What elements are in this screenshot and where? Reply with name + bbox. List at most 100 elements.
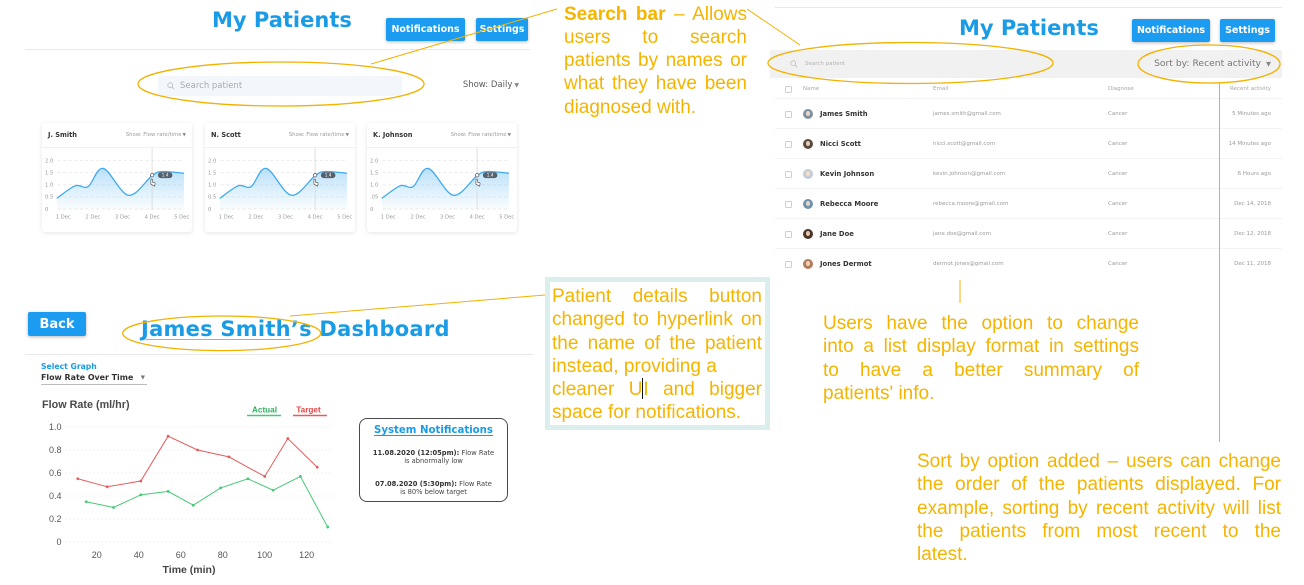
x-tick-label: 40 [134, 550, 144, 560]
row-checkbox[interactable] [785, 170, 792, 178]
notifications-button[interactable]: Notifications [1132, 19, 1210, 42]
annotation-heading: Search bar [564, 3, 666, 25]
patient-row[interactable]: James Smith james.smith@gmail.com Cancer… [775, 99, 1282, 129]
data-point-target [315, 465, 319, 469]
patient-card[interactable]: J. Smith Show: Flow rate/time▼ 2.0 1.5 1.0… [42, 123, 192, 232]
card-patient-name[interactable]: N. Scott [211, 131, 241, 139]
back-button[interactable]: Back [28, 312, 86, 336]
notification-item[interactable]: 11.08.2020 (12:05pm): Flow Rate is abnor… [360, 449, 507, 465]
x-axis-title: Time (min) [163, 564, 216, 576]
x-tick-label: 4 Dec [470, 215, 485, 221]
row-checkbox[interactable] [785, 110, 792, 118]
metric-select[interactable]: Show: Flow rate/time▼ [451, 132, 511, 139]
x-tick-label: 1 Dec [381, 215, 396, 221]
card-patient-name[interactable]: K. Johnson [373, 131, 412, 139]
y-tick-label: 0 [208, 207, 211, 213]
y-tick-label: 1.0 [208, 183, 216, 189]
row-checkbox[interactable] [785, 200, 792, 208]
data-point-target [286, 437, 290, 440]
annotation-sort-by: Sort by option added – users can change … [917, 450, 1281, 566]
patient-name[interactable]: Jane Doe [820, 219, 854, 249]
annotation-line[interactable]: cleaner UI and bigger [552, 378, 762, 401]
search-input[interactable]: Search patient [805, 50, 845, 78]
notification-time: 11.08.2020 (12:05pm): [372, 449, 460, 457]
metric-select-label: Show: Flow rate/time [288, 131, 345, 138]
settings-button[interactable]: Settings [1220, 19, 1275, 42]
flow-rate-mini-chart[interactable]: 2.0 1.5 1.0 0.5 0 1 Dec 2 Dec 3 Dec 4 Dec 5 Dec 1.… [42, 148, 192, 232]
row-checkbox[interactable] [785, 230, 792, 238]
y-tick-label: 0.4 [49, 491, 62, 501]
y-tick-label: 0.6 [49, 468, 62, 478]
patient-email: kevin.johnson@gmail.com [933, 171, 1006, 177]
annotation-search-bar: Search bar – Allows users to search pati… [564, 3, 747, 119]
patient-row[interactable]: Kevin Johnson kevin.johnson@gmail.com Ca… [775, 159, 1282, 189]
flow-rate-chart: Flow Rate (ml/hr) 1.0 0.8 0.6 0.4 0.2 0 20 40 60 8… [42, 399, 332, 576]
metric-select-label: Show: Flow rate/time [450, 131, 507, 138]
patient-diagnosis: Cancer [1108, 261, 1128, 267]
card-patient-name[interactable]: J. Smith [48, 131, 77, 139]
avatar [803, 259, 813, 269]
y-tick-label: 0.5 [45, 195, 53, 201]
select-all-checkbox[interactable] [785, 86, 792, 93]
patient-diagnosis: Cancer [1108, 231, 1128, 237]
search-placeholder: Search patient [180, 81, 243, 91]
show-period-dropdown[interactable]: Show: Daily ▼ [440, 79, 519, 92]
column-header-diagnose[interactable]: Diagnose [1108, 80, 1134, 99]
patient-row[interactable]: Jones Dermot dermot.jones@gmail.com Canc… [775, 249, 1282, 279]
annotation-line: the order of the patients displayed. For [917, 474, 1281, 496]
patient-row[interactable]: Nicci Scott nicci.scott@gmail.com Cancer… [775, 129, 1282, 159]
sort-by-dropdown[interactable]: Sort by: Recent activity ▼ [1154, 50, 1271, 78]
patient-name[interactable]: James Smith [820, 99, 868, 129]
data-point-target [105, 485, 109, 489]
patient-name[interactable]: Rebecca Moore [820, 189, 878, 219]
x-tick-label: 1 Dec [56, 215, 71, 221]
patient-name[interactable]: Nicci Scott [820, 129, 861, 159]
metric-select[interactable]: Show: Flow rate/time▼ [126, 132, 186, 139]
column-header-name[interactable]: Name [803, 80, 819, 99]
patient-card[interactable]: N. Scott Show: Flow rate/time▼ 2.0 1.5 1.0… [205, 123, 355, 232]
x-tick-label: 60 [176, 550, 186, 560]
annotation-line: Sort by option added – users can change [917, 451, 1281, 472]
row-checkbox[interactable] [785, 260, 792, 268]
y-tick-label: 0.2 [49, 514, 62, 524]
data-point-target [227, 455, 231, 459]
flow-rate-mini-chart[interactable]: 2.0 1.5 1.0 0.5 0 1 Dec 2 Dec 3 Dec 4 Dec 5 Dec 1.… [205, 148, 355, 232]
annotation-line: to have a better summary of [823, 359, 1139, 381]
patient-diagnosis: Cancer [1108, 201, 1128, 207]
row-checkbox[interactable] [785, 140, 792, 148]
patient-card[interactable]: K. Johnson Show: Flow rate/time▼ 2.0 1.5 1… [367, 123, 517, 232]
notifications-button[interactable]: Notifications [386, 18, 465, 41]
annotation-line: Search bar – Allows [564, 3, 747, 26]
patient-name[interactable]: Jones Dermot [820, 249, 872, 279]
annotation-text: – Allows [665, 3, 747, 25]
avatar [803, 139, 813, 149]
annotation-line: Users have the option to change [823, 313, 1139, 334]
metric-select[interactable]: Show: Flow rate/time▼ [289, 132, 349, 139]
system-notifications-panel: System Notifications 11.08.2020 (12:05pm… [359, 418, 508, 502]
chart-title: Flow Rate (ml/hr) [42, 399, 130, 411]
patient-row[interactable]: Jane Doe jane.doe@gmail.com Cancer Dec 1… [775, 219, 1282, 249]
patient-name-link[interactable]: James Smith [141, 317, 291, 341]
flow-rate-mini-chart[interactable]: 2.0 1.5 1.0 .05 0 1 Dec 2 Dec 3 Dec 4 Dec 5 Dec 1.… [367, 148, 517, 232]
data-point-target [263, 475, 267, 478]
graph-select-dropdown[interactable]: Flow Rate Over Time ▼ [41, 373, 147, 385]
page-title: My Patients [959, 16, 1099, 40]
patient-name[interactable]: Kevin Johnson [820, 159, 874, 189]
search-input[interactable]: Search patient [158, 76, 402, 96]
graph-select-value: Flow Rate Over Time [41, 373, 134, 382]
search-icon [790, 60, 798, 68]
notifications-title: System Notifications [373, 425, 493, 436]
legend-label-target: Target [296, 406, 321, 415]
column-header-email[interactable]: Email [933, 80, 948, 99]
data-point-actual [326, 525, 330, 529]
notification-item[interactable]: 07.08.2020 (5:30pm): Flow Rate is 80% be… [360, 480, 507, 496]
patient-row[interactable]: Rebecca Moore rebecca.moore@gmail.com Ca… [775, 189, 1282, 219]
settings-button[interactable]: Settings [476, 18, 528, 41]
hover-point [150, 173, 155, 178]
y-tick-label: 0 [370, 207, 373, 213]
metric-select-label: Show: Flow rate/time [125, 131, 182, 138]
column-header-recent-activity[interactable]: Recent activity [1230, 80, 1271, 99]
avatar [803, 229, 813, 239]
dashboard-title: James Smith’s Dashboard [141, 319, 450, 340]
annotation-line: patients by names or [564, 50, 747, 72]
